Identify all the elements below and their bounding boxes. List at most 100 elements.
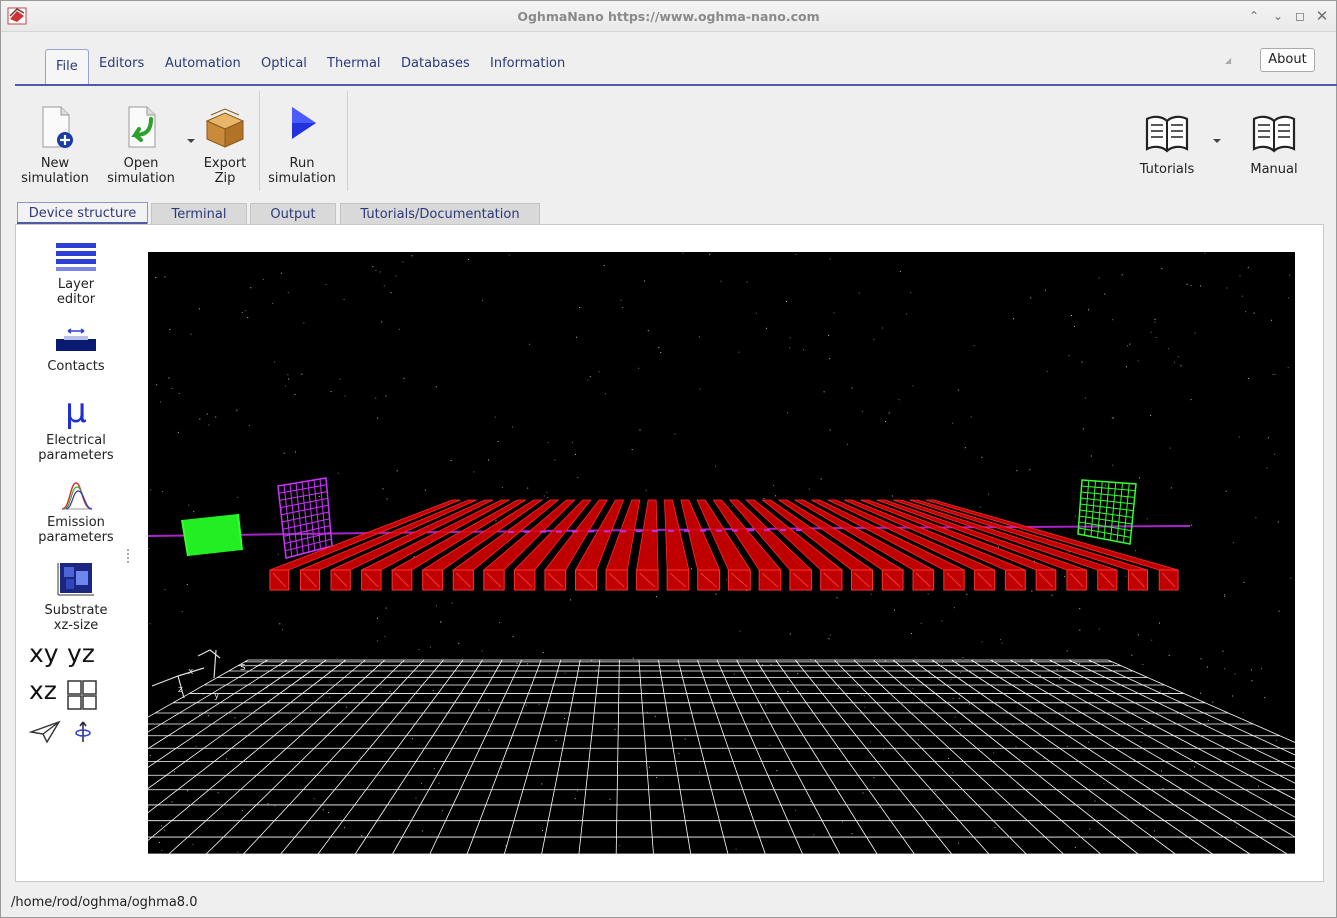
tab-editors[interactable]: Editors — [91, 51, 152, 83]
open-simulation-button[interactable]: Open simulation — [101, 103, 181, 186]
fly-view-icon[interactable] — [29, 720, 61, 744]
export-zip-button[interactable]: Export Zip — [197, 103, 253, 186]
star — [842, 821, 843, 823]
substrate-size-button[interactable]: Substrate xz-size — [23, 561, 129, 633]
star — [981, 456, 983, 458]
tab-terminal[interactable]: Terminal — [151, 203, 247, 225]
star — [795, 253, 797, 255]
mesh-line — [1090, 480, 1096, 537]
star — [1232, 542, 1234, 544]
tab-thermal[interactable]: Thermal — [319, 51, 389, 83]
star — [382, 488, 384, 490]
star — [1261, 668, 1262, 670]
star — [1189, 768, 1191, 770]
substrate-size-label: Substrate xz-size — [44, 603, 108, 633]
star — [282, 629, 283, 631]
new-simulation-button[interactable]: New simulation — [15, 103, 95, 186]
tutorials-dropdown-icon[interactable] — [1213, 139, 1221, 143]
star — [538, 704, 540, 706]
star — [851, 387, 853, 389]
star — [1168, 654, 1170, 656]
grid-line — [466, 659, 542, 854]
tab-optical[interactable]: Optical — [253, 51, 315, 83]
tab-tutorials-documentation[interactable]: Tutorials/Documentation — [340, 203, 540, 225]
star — [829, 358, 831, 360]
star — [279, 623, 281, 625]
star — [1191, 524, 1193, 526]
star — [1161, 268, 1163, 270]
contacts-button[interactable]: Contacts — [23, 327, 129, 374]
star — [709, 253, 711, 255]
tab-device-structure[interactable]: Device structure — [17, 202, 148, 224]
four-views-icon[interactable] — [67, 680, 97, 710]
star — [772, 484, 774, 486]
star — [1186, 283, 1188, 285]
star — [958, 842, 960, 844]
view-xy-button[interactable]: xy — [29, 640, 59, 668]
minimize-icon[interactable]: ⌄ — [1270, 8, 1286, 24]
view-xz-button[interactable]: xz — [29, 677, 57, 705]
star — [873, 777, 875, 779]
sidebar-splitter[interactable] — [127, 549, 129, 563]
close-icon[interactable]: ✕ — [1314, 8, 1330, 24]
star — [234, 717, 236, 719]
tutorials-button[interactable]: Tutorials — [1131, 109, 1203, 177]
tab-output[interactable]: Output — [250, 203, 336, 225]
star — [979, 506, 981, 508]
star — [726, 579, 728, 581]
star — [789, 337, 791, 339]
view-yz-button[interactable]: yz — [67, 640, 95, 668]
star — [149, 623, 151, 625]
star — [803, 349, 804, 351]
about-button[interactable]: About — [1260, 48, 1315, 72]
star — [1287, 367, 1289, 369]
mesh-line — [1123, 483, 1130, 543]
run-simulation-button[interactable]: Run simulation — [263, 103, 341, 186]
star — [735, 848, 737, 850]
star — [858, 292, 860, 294]
emission-parameters-button[interactable]: Emission parameters — [23, 479, 129, 545]
star — [1247, 378, 1249, 379]
star — [888, 412, 890, 414]
grip-icon: ◢ — [1225, 56, 1232, 65]
star — [1287, 297, 1289, 299]
star — [1088, 309, 1089, 311]
star — [691, 568, 692, 570]
star — [912, 385, 914, 387]
device-3d-scene[interactable]: x y z s — [148, 252, 1295, 854]
star — [451, 602, 453, 604]
box-icon — [205, 108, 245, 148]
star — [1289, 274, 1291, 276]
star — [571, 441, 573, 443]
star — [1272, 374, 1274, 376]
star — [962, 657, 964, 658]
chevron-up-icon[interactable]: ⌃ — [1246, 8, 1262, 24]
star — [1212, 701, 1214, 703]
star — [1200, 285, 1202, 287]
star — [738, 547, 740, 549]
tutorials-label: Tutorials — [1139, 162, 1195, 177]
open-dropdown-icon[interactable] — [187, 139, 195, 143]
star — [1056, 669, 1058, 671]
3d-viewport[interactable]: x y z s — [148, 252, 1295, 854]
tab-databases[interactable]: Databases — [393, 51, 478, 83]
star — [497, 441, 499, 442]
grid-line — [578, 659, 601, 854]
star — [217, 792, 219, 794]
electrical-parameters-button[interactable]: μ Electrical parameters — [23, 393, 129, 463]
layer-editor-button[interactable]: Layer editor — [23, 241, 129, 307]
manual-button[interactable]: Manual — [1239, 109, 1309, 177]
star — [413, 556, 415, 558]
star — [863, 695, 865, 697]
star — [1275, 740, 1277, 742]
maximize-icon[interactable]: ◻ — [1292, 8, 1308, 24]
tab-file[interactable]: File — [45, 49, 89, 85]
tab-automation[interactable]: Automation — [157, 51, 249, 83]
emission-spectrum-icon — [61, 482, 93, 510]
star — [1039, 674, 1041, 676]
tab-information[interactable]: Information — [482, 51, 573, 83]
star — [415, 797, 417, 799]
rotate-view-icon[interactable] — [73, 720, 93, 744]
detector-magenta — [277, 477, 333, 559]
star — [1013, 318, 1014, 320]
